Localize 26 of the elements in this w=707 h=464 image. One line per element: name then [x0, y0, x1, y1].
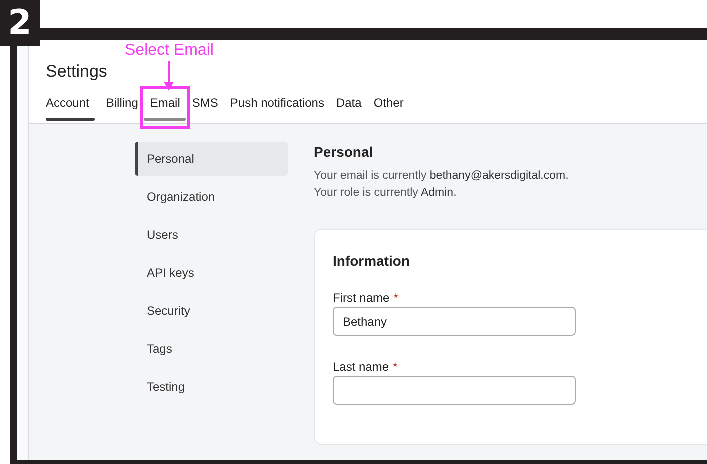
sidebar-item[interactable]: Personal [135, 142, 288, 176]
step-number: 2 [0, 0, 40, 46]
sidebar-item[interactable]: API keys [135, 256, 288, 290]
tab[interactable]: Billing [100, 94, 144, 123]
tab[interactable]: Data [330, 94, 368, 123]
sidebar-item[interactable]: Security [135, 294, 288, 328]
field-label: Last name * [333, 360, 399, 374]
info-text: Your role is currently Admin. [314, 186, 458, 201]
info-text: Your email is currently bethany@akersdigital.com. [314, 169, 570, 184]
tab[interactable]: Push notifications [224, 94, 330, 123]
sidebar-item[interactable]: Organization [135, 180, 288, 214]
input-field[interactable]: Bethany [333, 307, 576, 336]
tab[interactable]: Other [368, 94, 410, 123]
sidebar-item[interactable]: Testing [135, 370, 288, 404]
card-title: Information [333, 253, 411, 269]
tab[interactable]: SMS [186, 94, 224, 123]
required-mark: * [393, 360, 398, 374]
field-label: First name * [333, 291, 400, 305]
required-mark: * [394, 291, 398, 305]
page-title: Settings [46, 62, 108, 82]
input-field[interactable] [333, 376, 576, 405]
tab[interactable]: Email [144, 94, 186, 123]
tab[interactable]: Account [46, 94, 96, 123]
sidebar-item[interactable]: Tags [135, 332, 288, 366]
sidebar-item[interactable]: Users [135, 218, 288, 252]
section-title: Personal [314, 144, 374, 160]
